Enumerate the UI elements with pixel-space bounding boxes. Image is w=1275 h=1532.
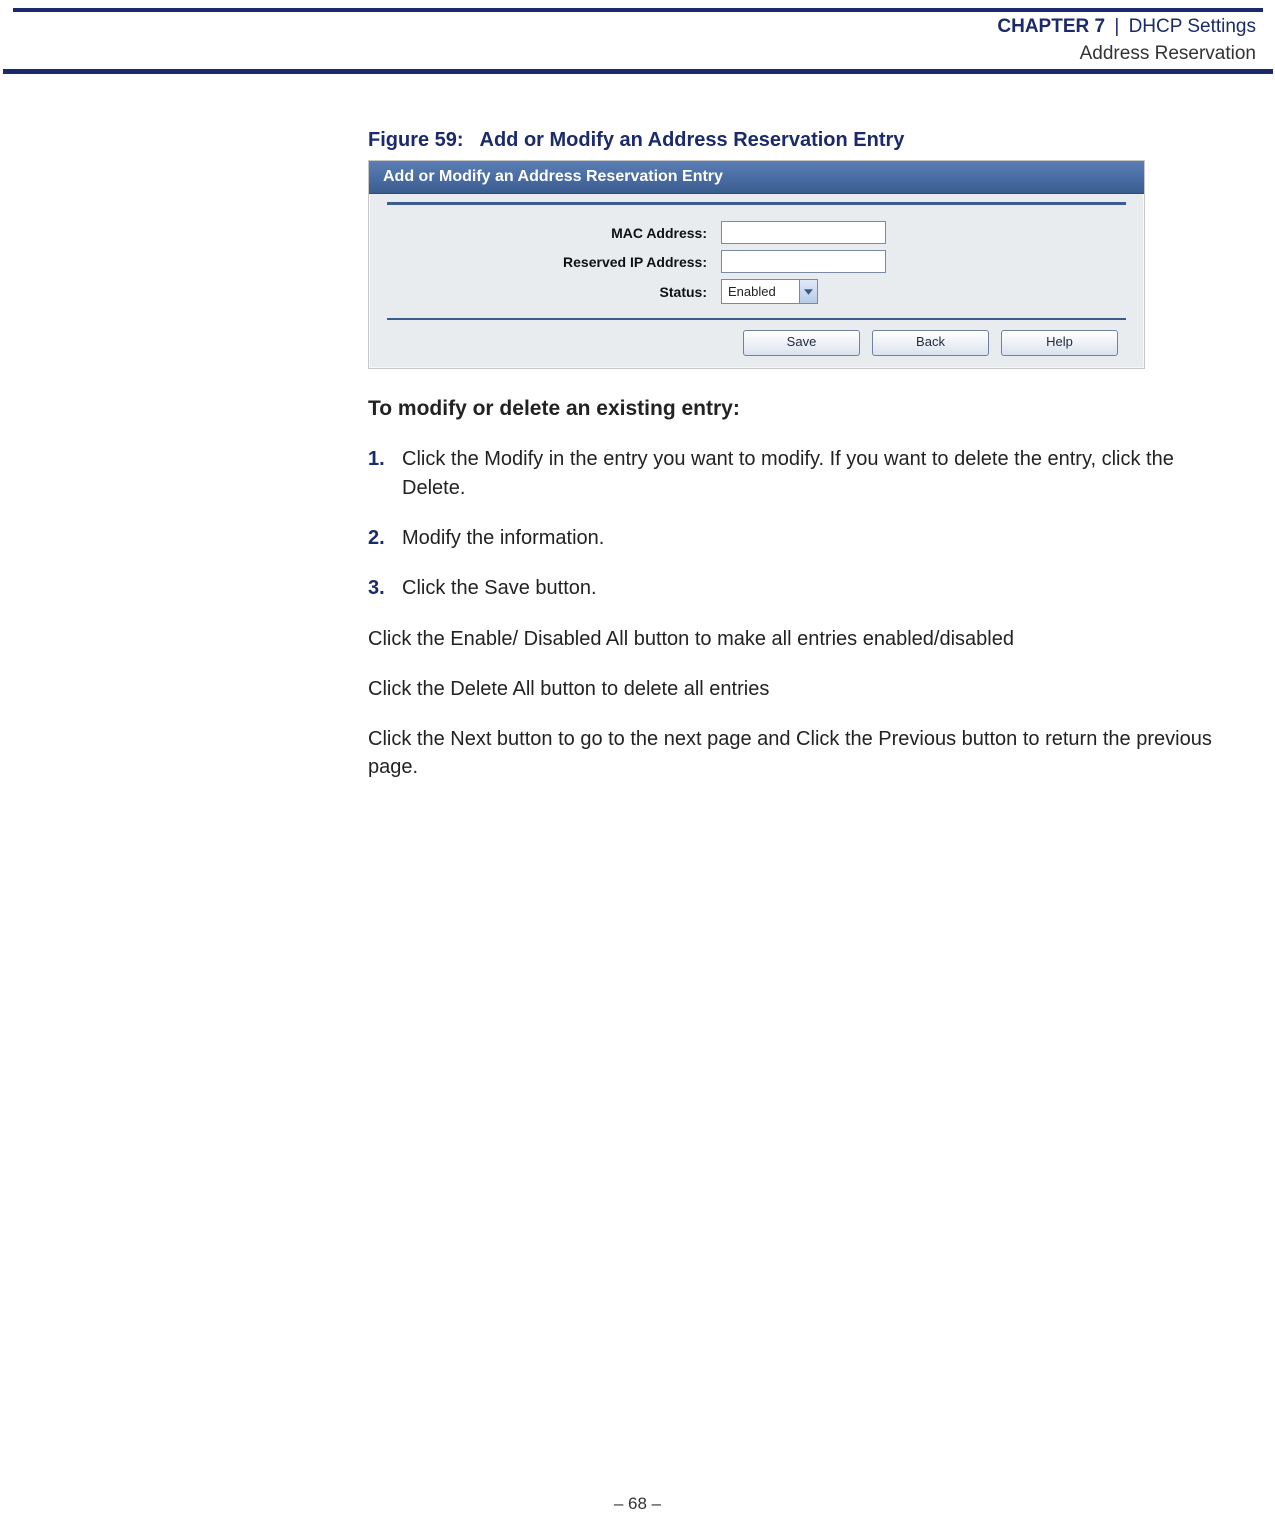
step-number: 3. — [368, 574, 402, 602]
step-item: 1. Click the Modify in the entry you wan… — [368, 445, 1230, 502]
settings-panel: Add or Modify an Address Reservation Ent… — [368, 160, 1145, 369]
step-text: Click the Save button. — [402, 574, 597, 602]
figure-caption: Figure 59: Add or Modify an Address Rese… — [368, 129, 1230, 152]
row-mac-address: MAC Address: — [387, 221, 1126, 244]
status-select[interactable]: Enabled — [721, 279, 818, 304]
help-button[interactable]: Help — [1001, 330, 1118, 356]
section-heading: To modify or delete an existing entry: — [368, 397, 1230, 421]
save-button[interactable]: Save — [743, 330, 860, 356]
panel-body: MAC Address: Reserved IP Address: Status… — [369, 202, 1144, 368]
mac-address-input[interactable] — [721, 221, 886, 244]
paragraph: Click the Next button to go to the next … — [368, 725, 1230, 781]
label-status: Status: — [387, 284, 721, 300]
status-select-value: Enabled — [722, 284, 799, 299]
chapter-label: CHAPTER 7 — [997, 16, 1105, 37]
subsection-title: Address Reservation — [1080, 43, 1256, 64]
steps-list: 1. Click the Modify in the entry you wan… — [368, 445, 1230, 603]
panel-button-row: Save Back Help — [387, 330, 1126, 356]
panel-titlebar: Add or Modify an Address Reservation Ent… — [369, 161, 1144, 194]
panel-divider-top — [387, 202, 1126, 205]
page-footer: – 68 – — [0, 1494, 1275, 1514]
label-reserved-ip: Reserved IP Address: — [387, 254, 721, 270]
step-text: Modify the information. — [402, 524, 604, 552]
chapter-separator: | — [1110, 16, 1123, 37]
step-item: 2. Modify the information. — [368, 524, 1230, 552]
step-number: 1. — [368, 445, 402, 502]
step-text: Click the Modify in the entry you want t… — [402, 445, 1230, 502]
row-reserved-ip: Reserved IP Address: — [387, 250, 1126, 273]
label-mac-address: MAC Address: — [387, 225, 721, 241]
page-number: – 68 – — [614, 1494, 661, 1513]
reserved-ip-input[interactable] — [721, 250, 886, 273]
paragraph: Click the Enable/ Disabled All button to… — [368, 625, 1230, 653]
panel-divider-bottom — [387, 318, 1126, 320]
chevron-down-icon — [799, 280, 817, 303]
back-button[interactable]: Back — [872, 330, 989, 356]
figure-number: Figure 59: — [368, 129, 464, 151]
main-content: Figure 59: Add or Modify an Address Rese… — [368, 74, 1230, 781]
step-item: 3. Click the Save button. — [368, 574, 1230, 602]
step-number: 2. — [368, 524, 402, 552]
page: CHAPTER 7 | DHCP Settings Address Reserv… — [0, 0, 1275, 1532]
paragraph: Click the Delete All button to delete al… — [368, 675, 1230, 703]
section-title: DHCP Settings — [1129, 16, 1256, 37]
running-header: CHAPTER 7 | DHCP Settings Address Reserv… — [19, 12, 1256, 67]
figure-title: Add or Modify an Address Reservation Ent… — [480, 129, 905, 151]
row-status: Status: Enabled — [387, 279, 1126, 304]
